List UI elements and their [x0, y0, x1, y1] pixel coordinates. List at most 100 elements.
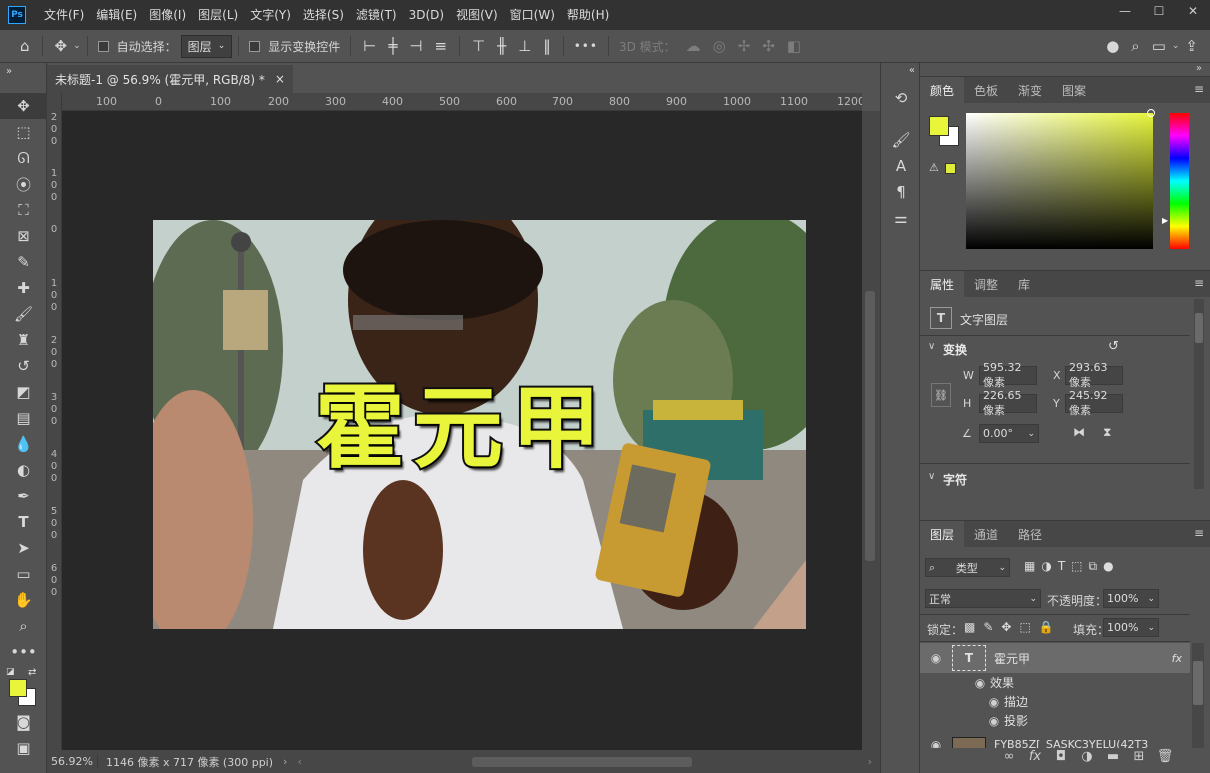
3d-camera-icon[interactable]: ◧ — [781, 37, 807, 55]
visibility-eye-icon[interactable]: ◉ — [984, 695, 1004, 709]
scroll-right-icon[interactable]: › — [868, 755, 872, 768]
layer-name[interactable]: 霍元甲 — [994, 650, 1030, 667]
align-left-icon[interactable]: ⊢ — [357, 37, 382, 55]
close-button[interactable]: ✕ — [1176, 0, 1210, 22]
visibility-eye-icon[interactable]: ◉ — [970, 676, 990, 690]
new-layer-icon[interactable]: ⊞ — [1128, 749, 1150, 764]
history-panel-icon[interactable]: ⟲ — [881, 85, 921, 111]
menu-filter[interactable]: 滤镜(T) — [350, 0, 403, 30]
edit-toolbar-icon[interactable]: ••• — [0, 639, 47, 665]
scrollbar-thumb[interactable] — [1195, 313, 1203, 343]
reset-transform-icon[interactable]: ↺ — [1108, 339, 1119, 354]
filter-type-icon[interactable]: T — [1058, 559, 1065, 574]
layer-effects-row[interactable]: ◉ 效果 — [920, 673, 1190, 692]
opacity-field[interactable]: 100% ⌄ — [1103, 589, 1159, 608]
auto-select-dropdown[interactable]: 图层 ⌄ — [180, 34, 233, 58]
align-bottom-icon[interactable]: ⊥ — [512, 37, 537, 55]
tab-layers[interactable]: 图层 — [920, 521, 965, 547]
x-field[interactable]: 293.63 像素 — [1065, 361, 1123, 389]
canvas-text-layer[interactable]: 霍元甲 — [313, 355, 609, 485]
gamut-swatch[interactable] — [945, 163, 956, 174]
user-icon[interactable]: ● — [1100, 37, 1125, 55]
collapse-toolbar-icon[interactable]: » — [0, 63, 47, 79]
new-group-icon[interactable]: ▬ — [1102, 749, 1124, 764]
share-icon[interactable]: ⇪ — [1179, 37, 1204, 55]
character-section-title[interactable]: 字符 — [943, 471, 967, 488]
visibility-eye-icon[interactable]: ◉ — [926, 651, 946, 665]
fill-field[interactable]: 100% ⌄ — [1103, 618, 1159, 637]
tab-paths[interactable]: 路径 — [1008, 521, 1052, 547]
filter-adjustment-icon[interactable]: ◑ — [1041, 559, 1051, 574]
gradient-tool-icon[interactable]: ▤ — [0, 405, 47, 431]
filter-smart-object-icon[interactable]: ⧉ — [1089, 559, 1098, 574]
marquee-tool-icon[interactable]: ⬚ — [0, 119, 47, 145]
document-canvas-image[interactable]: 霍元甲 — [153, 220, 806, 629]
tab-gradients[interactable]: 渐变 — [1008, 77, 1052, 103]
flip-horizontal-icon[interactable]: ⧓ — [1073, 425, 1085, 439]
maximize-button[interactable]: ☐ — [1142, 0, 1176, 22]
frame-tool-icon[interactable]: ⊠ — [0, 223, 47, 249]
collapse-strip-icon[interactable]: « — [881, 63, 921, 77]
zoom-level[interactable]: 56.92% — [47, 755, 98, 768]
3d-pan-icon[interactable]: ✢ — [732, 37, 757, 55]
auto-select-checkbox[interactable] — [97, 40, 109, 52]
properties-scrollbar[interactable] — [1194, 299, 1204, 489]
brush-settings-icon[interactable]: 🖌 — [881, 127, 921, 153]
layer-name[interactable]: FYB85Z[_SASKC3YELU(42T3 — [994, 738, 1148, 748]
effect-drop-shadow-row[interactable]: ◉ 投影 — [920, 711, 1190, 730]
width-field[interactable]: 595.32 像素 — [979, 361, 1037, 389]
layer-row-text[interactable]: ◉ T 霍元甲 fx — [920, 643, 1190, 673]
new-adjustment-icon[interactable]: ◑ — [1076, 749, 1098, 764]
effect-stroke-row[interactable]: ◉ 描边 — [920, 692, 1190, 711]
blur-tool-icon[interactable]: 💧 — [0, 431, 47, 457]
search-icon[interactable]: ⌕ — [1125, 37, 1145, 55]
lasso-tool-icon[interactable]: ᘏ — [0, 145, 47, 171]
character-panel-icon[interactable]: A — [881, 153, 921, 179]
menu-image[interactable]: 图像(I) — [143, 0, 192, 30]
close-tab-icon[interactable]: × — [275, 72, 285, 86]
chevron-down-icon[interactable]: ∨ — [928, 341, 935, 352]
link-layers-icon[interactable]: ∞ — [998, 749, 1020, 764]
path-selection-tool-icon[interactable]: ➤ — [0, 535, 47, 561]
tab-properties[interactable]: 属性 — [920, 271, 965, 297]
screen-mode-icon[interactable]: ▣ — [0, 735, 47, 761]
quick-select-tool-icon[interactable]: ⦿ — [0, 171, 47, 197]
filter-shape-icon[interactable]: ⬚ — [1071, 559, 1082, 574]
align-center-h-icon[interactable]: ╪ — [382, 37, 403, 55]
zoom-tool-icon[interactable]: ⌕ — [0, 613, 47, 639]
lock-position-icon[interactable]: ✥ — [1001, 620, 1011, 634]
clone-stamp-tool-icon[interactable]: ♜ — [0, 327, 47, 353]
chevron-down-icon[interactable]: ⌄ — [1172, 41, 1180, 51]
angle-field[interactable]: 0.00° ⌄ — [979, 424, 1039, 443]
3d-orbit-icon[interactable]: ☁ — [680, 37, 707, 55]
color-picker-cursor[interactable] — [1147, 109, 1155, 117]
lock-transparent-icon[interactable]: ▩ — [964, 620, 975, 634]
expand-panels-icon[interactable]: » — [920, 63, 1210, 77]
scrollbar-thumb[interactable] — [1193, 661, 1203, 705]
history-brush-tool-icon[interactable]: ↺ — [0, 353, 47, 379]
move-tool-icon[interactable]: ✥ — [0, 93, 47, 119]
swap-colors-icon[interactable]: ⇄ — [28, 667, 36, 678]
y-field[interactable]: 245.92 像素 — [1065, 389, 1123, 417]
lock-image-icon[interactable]: ✎ — [983, 620, 993, 634]
visibility-eye-icon[interactable]: ◉ — [926, 738, 946, 748]
menu-file[interactable]: 文件(F) — [38, 0, 90, 30]
tab-swatches[interactable]: 色板 — [964, 77, 1008, 103]
layers-scrollbar[interactable] — [1192, 643, 1204, 748]
scroll-left-icon[interactable]: ‹ — [297, 755, 301, 768]
visibility-eye-icon[interactable]: ◉ — [984, 714, 1004, 728]
tab-patterns[interactable]: 图案 — [1052, 77, 1096, 103]
menu-type[interactable]: 文字(Y) — [244, 0, 297, 30]
align-top-icon[interactable]: ⊤ — [466, 37, 491, 55]
menu-help[interactable]: 帮助(H) — [561, 0, 615, 30]
foreground-color-swatch[interactable] — [9, 679, 27, 697]
color-field[interactable] — [966, 113, 1153, 249]
brush-tool-icon[interactable]: 🖌 — [0, 301, 47, 327]
foreground-swatch[interactable] — [929, 116, 949, 136]
panel-menu-icon[interactable]: ≡ — [1194, 526, 1204, 540]
3d-slide-icon[interactable]: ✣ — [756, 37, 781, 55]
filter-toggle-icon[interactable]: ● — [1103, 559, 1113, 574]
blend-mode-dropdown[interactable]: 正常 ⌄ — [925, 589, 1041, 608]
home-icon[interactable]: ⌂ — [14, 37, 36, 55]
eyedropper-tool-icon[interactable]: ✎ — [0, 249, 47, 275]
